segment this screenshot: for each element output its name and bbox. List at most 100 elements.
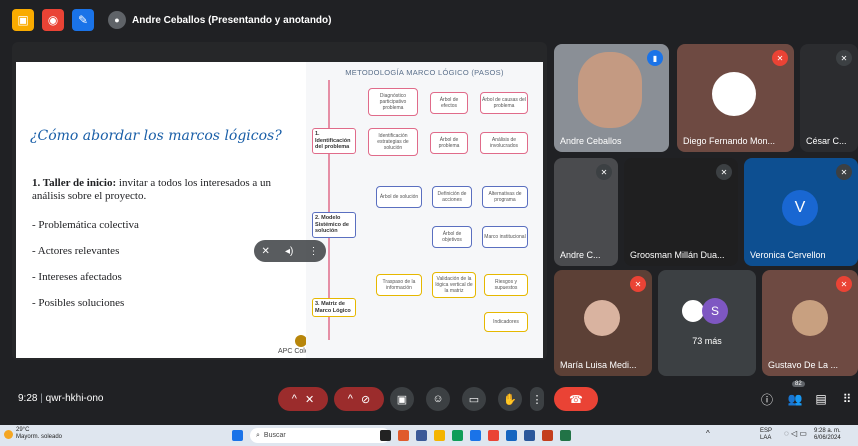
people-icon: 👥 [787, 392, 803, 406]
app-icon[interactable] [506, 430, 517, 441]
diagram-box: Validación de la lógica vertical de la m… [432, 272, 476, 298]
participant-name: María Luisa Medi... [560, 360, 637, 370]
meeting-code: qwr-hkhi-ono [45, 393, 104, 404]
mic-off-icon[interactable]: ✕ [262, 246, 270, 257]
apps-grid-icon: ⠿ [842, 392, 852, 406]
mic-toggle-button[interactable]: ^ ✕ [278, 387, 328, 411]
app-icon[interactable] [416, 430, 427, 441]
chevron-up-icon[interactable]: ^ [292, 393, 297, 405]
diagram-box: Identificación estrategias de solución [368, 128, 418, 156]
participant-name: César C... [806, 136, 847, 146]
diagram-box: Definición de acciones [432, 186, 472, 208]
app-icon[interactable] [488, 430, 499, 441]
weather-widget[interactable]: 29°C Mayorm. soleado [4, 427, 62, 441]
more-vert-icon[interactable]: ⋮ [308, 246, 318, 257]
chrome-icon[interactable] [452, 430, 463, 441]
participant-tile-cesar[interactable]: ✕ César C... [800, 44, 858, 152]
activities-button[interactable]: ⠿ [838, 390, 856, 408]
hang-up-icon: ☎ [569, 393, 583, 406]
captions-button[interactable]: ▭ [462, 387, 486, 411]
diagram-box: Traspaso de la información [376, 274, 422, 296]
wifi-volume-battery-icon[interactable]: ◌ ◁ ▭ [784, 430, 807, 438]
diagram-box: Árbol de solución [376, 186, 422, 208]
diagram-box: Riesgos y supuestos [484, 274, 528, 296]
sun-icon [4, 429, 13, 439]
diagram-box: Árbol de problema [430, 132, 468, 154]
os-taskbar: 29°C Mayorm. soleado ⌕ Buscar ^ ESP LAA … [0, 425, 858, 446]
edit-icon[interactable]: ✎ [72, 9, 94, 31]
participant-tile-veronica[interactable]: V ✕ Veronica Cervellon [744, 158, 858, 266]
participant-tile-maria[interactable]: ✕ María Luisa Medi... [554, 270, 652, 376]
people-button[interactable]: 👥 82 [786, 381, 805, 408]
language-indicator[interactable]: ESP LAA [760, 428, 772, 442]
app-icon[interactable] [470, 430, 481, 441]
file-explorer-icon[interactable] [434, 430, 445, 441]
diagram-box: Indicadores [484, 312, 528, 332]
mic-off-icon: ✕ [304, 393, 315, 406]
chat-icon: ▤ [815, 392, 827, 406]
raise-hand-button[interactable]: ✋ [498, 387, 522, 411]
mic-off-icon: ✕ [596, 164, 612, 180]
camera-toggle-button[interactable]: ^ ⊘ [334, 387, 384, 411]
presentation-stage[interactable]: ¿Cómo abordar los marcos lógicos? 1. Tal… [12, 42, 547, 360]
participant-name: Diego Fernando Mon... [683, 136, 776, 146]
bullet-item: - Actores relevantes [32, 245, 120, 257]
presenter-chip: ● Andre Ceballos (Presentando y anotando… [108, 11, 331, 29]
participant-name: Veronica Cervellon [750, 250, 826, 260]
task-view-icon[interactable] [380, 430, 391, 441]
bullet-item: - Intereses afectados [32, 271, 122, 283]
participant-photo [584, 300, 620, 336]
whiteboard-icon[interactable]: ▣ [12, 9, 34, 31]
participant-tile-diego[interactable]: ✕ Diego Fernando Mon... [677, 44, 794, 152]
chevron-up-icon[interactable]: ^ [348, 393, 353, 405]
stage-label-3: 3. Matriz de Marco Lógico [312, 298, 356, 317]
stage-label-1: 1. Identificación del problema [312, 128, 356, 154]
participant-name: Andre C... [560, 250, 601, 260]
stage-label-2: 2. Modelo Sistémico de solución [312, 212, 356, 238]
reactions-button[interactable]: ☺ [426, 387, 450, 411]
chat-button[interactable]: ▤ [812, 390, 830, 408]
participant-tile-gustavo[interactable]: ✕ Gustavo De La ... [762, 270, 858, 376]
diagram-box: Marco institucional [482, 226, 528, 248]
mic-off-icon: ✕ [836, 164, 852, 180]
excel-icon[interactable] [560, 430, 571, 441]
participant-name: Andre Ceballos [560, 136, 622, 146]
more-options-button[interactable]: ⋮ [530, 387, 544, 411]
diagram-box: Diagnóstico participativo problema [368, 88, 418, 116]
mic-off-icon: ✕ [630, 276, 646, 292]
participant-tile-groosman[interactable]: ✕ Groosman Millán Dua... [624, 158, 738, 266]
leave-call-button[interactable]: ☎ [554, 387, 598, 411]
volume-icon[interactable]: ◂) [285, 246, 293, 257]
bullet-item: - Posibles soluciones [32, 297, 125, 309]
top-bar: ▣ ◉ ✎ ● Andre Ceballos (Presentando y an… [0, 0, 858, 40]
diagram-box: Alternativas de programa [482, 186, 528, 208]
present-screen-button[interactable]: ▣ [390, 387, 414, 411]
tray-chevron-icon[interactable]: ^ [706, 430, 710, 438]
word-icon[interactable] [524, 430, 535, 441]
participant-tile-more[interactable]: S 73 más [658, 270, 756, 376]
record-icon[interactable]: ◉ [42, 9, 64, 31]
mic-off-icon: ✕ [836, 50, 852, 66]
clock-date: 6/06/2024 [814, 435, 841, 441]
search-placeholder: Buscar [263, 432, 286, 439]
more-vert-icon: ⋮ [531, 393, 543, 406]
clock-time: 9:28 a. m. [814, 428, 841, 434]
taskbar-search[interactable]: ⌕ Buscar [250, 428, 390, 443]
meeting-details-button[interactable]: ⓘ [758, 390, 776, 408]
participant-tile-andre-small[interactable]: ✕ Andre C... [554, 158, 618, 266]
language-code: ESP [760, 428, 773, 434]
app-icon[interactable] [398, 430, 409, 441]
emoji-icon: ☺ [432, 393, 444, 405]
bullet-item: - Problemática colectiva [32, 219, 139, 231]
diagram-box: Árbol de efectos [430, 92, 468, 114]
taskbar-clock[interactable]: 9:28 a. m. 6/06/2024 [814, 428, 841, 442]
slide-body: 1. Taller de inicio: invitar a todos los… [32, 177, 272, 323]
presenter-label: Andre Ceballos (Presentando y anotando) [132, 14, 332, 26]
diagram-box: Árbol de objetivos [432, 226, 472, 248]
windows-start-icon[interactable] [232, 430, 243, 441]
meeting-info: 9:28 | qwr-hkhi-ono [18, 393, 103, 404]
participant-tile-andre[interactable]: ▮ Andre Ceballos [554, 44, 669, 152]
presenter-avatar: ● [108, 11, 126, 29]
powerpoint-icon[interactable] [542, 430, 553, 441]
participant-video [578, 52, 642, 128]
